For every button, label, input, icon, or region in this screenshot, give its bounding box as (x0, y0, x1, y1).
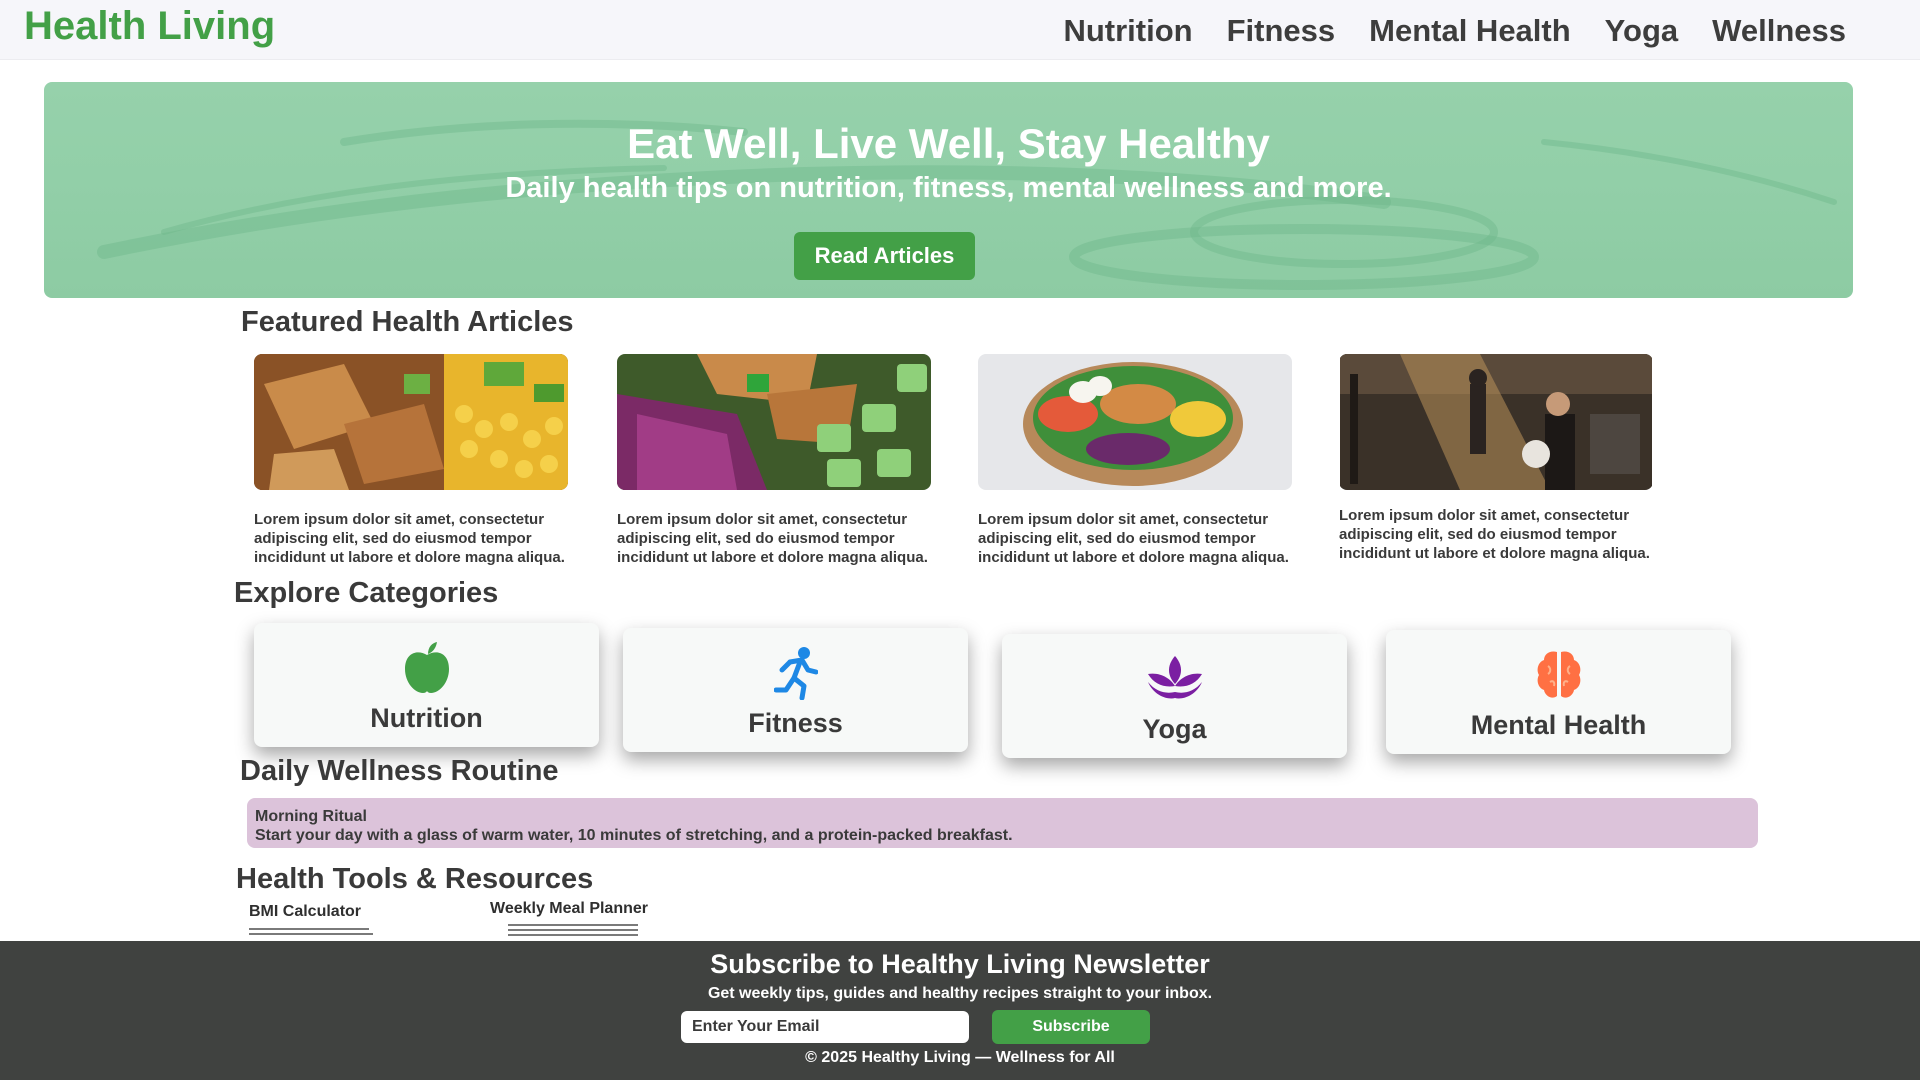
tool-description-lines (249, 928, 369, 930)
category-card-nutrition[interactable]: Nutrition (254, 623, 599, 747)
tool-title: Weekly Meal Planner (490, 900, 648, 917)
tool-description-lines (508, 924, 638, 926)
main-nav: Nutrition Fitness Mental Health Yoga Wel… (1063, 13, 1846, 49)
nav-link-nutrition[interactable]: Nutrition (1063, 13, 1192, 49)
salad-closeup-photo[interactable] (617, 354, 931, 490)
tool-description-lines (249, 933, 373, 935)
category-label: Nutrition (370, 703, 483, 733)
nav-link-fitness[interactable]: Fitness (1227, 13, 1336, 49)
routine-item-title: Morning Ritual (255, 808, 367, 825)
newsletter-title: Subscribe to Healthy Living Newsletter (710, 949, 1210, 979)
copyright-text: © 2025 Healthy Living — Wellness for All (805, 1049, 1115, 1066)
gym-workout-photo[interactable] (1339, 354, 1653, 490)
newsletter-subtitle: Get weekly tips, guides and healthy reci… (707, 985, 1213, 1002)
site-header: Health Living Nutrition Fitness Mental H… (0, 0, 1920, 60)
article-excerpt: Lorem ipsum dolor sit amet, consectetur … (1339, 507, 1650, 562)
running-icon (773, 647, 818, 700)
newsletter-footer: Subscribe to Healthy Living Newsletter G… (0, 941, 1920, 1080)
read-articles-button[interactable]: Read Articles (794, 232, 975, 280)
routine-section-title: Daily Wellness Routine (240, 755, 559, 787)
salad-bowl-photo[interactable] (978, 354, 1292, 490)
tofu-corn-food-photo[interactable] (254, 354, 568, 490)
site-logo[interactable]: Health Living (24, 4, 275, 49)
article-card[interactable]: Lorem ipsum dolor sit amet, consectetur … (978, 354, 1292, 567)
nav-link-mental-health[interactable]: Mental Health (1369, 13, 1571, 49)
tool-description-lines (508, 934, 638, 936)
brain-icon (1537, 651, 1580, 698)
article-excerpt: Lorem ipsum dolor sit amet, consectetur … (617, 511, 928, 566)
lotus-icon (1147, 656, 1202, 699)
tool-title: BMI Calculator (249, 903, 362, 920)
nav-link-yoga[interactable]: Yoga (1605, 13, 1679, 49)
featured-section-title: Featured Health Articles (241, 306, 574, 338)
nav-link-wellness[interactable]: Wellness (1712, 13, 1846, 49)
article-card[interactable]: Lorem ipsum dolor sit amet, consectetur … (617, 354, 931, 567)
tool-card-bmi-calculator[interactable]: BMI Calculator (249, 903, 379, 935)
hero-subtitle: Daily health tips on nutrition, fitness,… (505, 172, 1392, 204)
tool-description-lines (508, 929, 638, 931)
category-card-fitness[interactable]: Fitness (623, 628, 968, 752)
tool-card-weekly-meal-planner[interactable]: Weekly Meal Planner (490, 900, 660, 936)
tools-section-title: Health Tools & Resources (236, 863, 594, 895)
hero-title: Eat Well, Live Well, Stay Healthy (627, 120, 1270, 167)
email-input[interactable] (681, 1011, 969, 1043)
category-label: Yoga (1142, 714, 1207, 744)
apple-icon (404, 642, 449, 693)
categories-section-title: Explore Categories (234, 577, 499, 609)
article-card[interactable]: Lorem ipsum dolor sit amet, consectetur … (1339, 354, 1653, 563)
category-card-yoga[interactable]: Yoga (1002, 634, 1347, 758)
article-excerpt: Lorem ipsum dolor sit amet, consectetur … (254, 511, 565, 566)
category-label: Fitness (748, 708, 843, 738)
subscribe-button[interactable]: Subscribe (992, 1010, 1150, 1044)
hero-banner: Eat Well, Live Well, Stay Healthy Daily … (44, 82, 1853, 298)
routine-card: Morning Ritual Start your day with a gla… (247, 798, 1758, 848)
routine-item-text: Start your day with a glass of warm wate… (255, 827, 1013, 844)
category-label: Mental Health (1470, 710, 1647, 740)
article-excerpt: Lorem ipsum dolor sit amet, consectetur … (978, 511, 1289, 566)
category-card-mental-health[interactable]: Mental Health (1386, 630, 1731, 754)
article-card[interactable]: Lorem ipsum dolor sit amet, consectetur … (254, 354, 568, 567)
